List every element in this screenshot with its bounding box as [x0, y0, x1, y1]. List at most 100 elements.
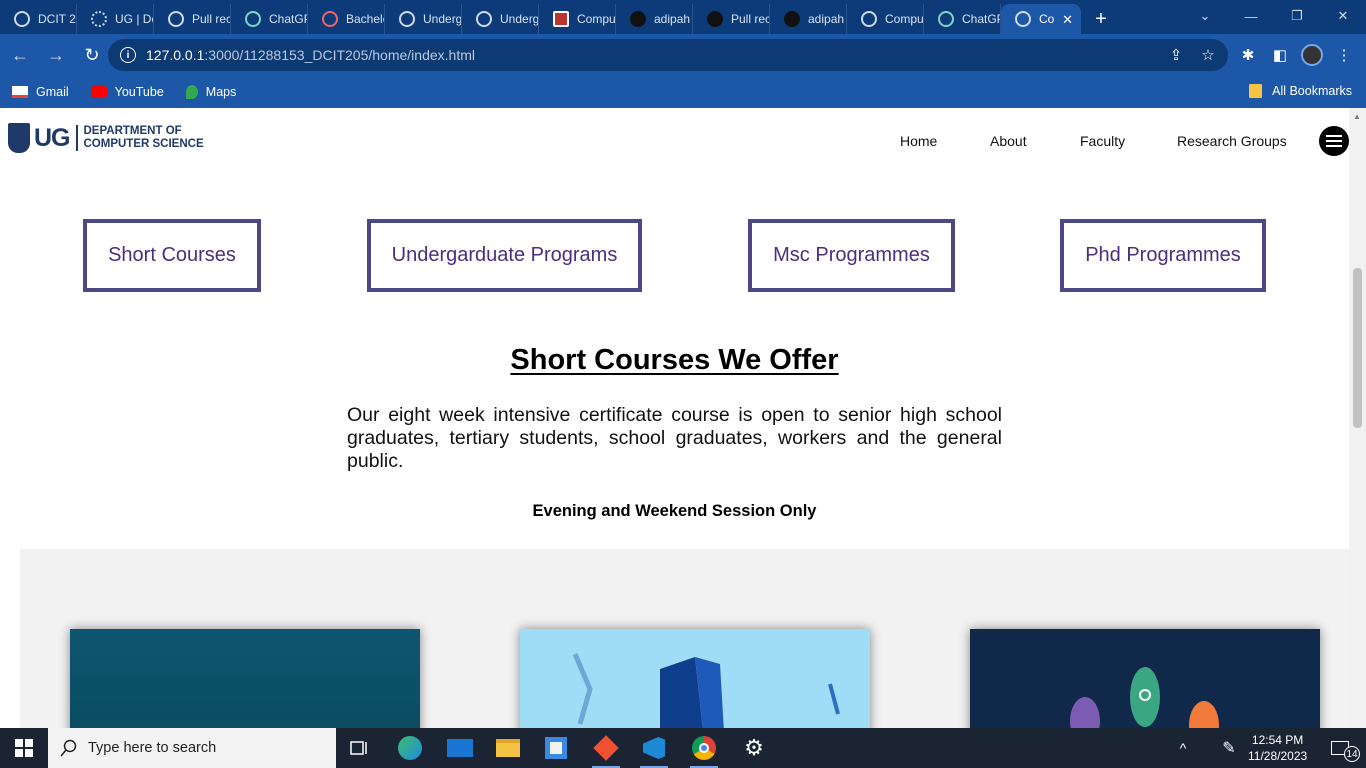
tab-favicon-icon [553, 11, 569, 27]
task-view-icon[interactable] [336, 728, 384, 768]
minimize-button[interactable]: — [1228, 0, 1274, 32]
address-bar[interactable]: i 127.0.0.1:3000/11288153_DCIT205/home/i… [108, 39, 1228, 71]
browser-tab[interactable]: Underg [462, 4, 539, 34]
browser-tab[interactable]: adipah [616, 4, 693, 34]
github-icon [630, 11, 646, 27]
browser-tab[interactable]: adipah [770, 4, 847, 34]
chatgpt-icon [938, 11, 954, 27]
msc-programmes-button[interactable]: Msc Programmes [748, 219, 955, 292]
side-panel-icon[interactable]: ◧ [1264, 39, 1296, 71]
tab-favicon-icon [476, 11, 492, 27]
folder-icon [1249, 84, 1263, 98]
browser-tab[interactable]: Bachelo [308, 4, 385, 34]
ug-crest-icon [8, 123, 30, 153]
course-card[interactable] [70, 629, 420, 728]
forward-icon[interactable]: → [40, 39, 72, 71]
windows-taskbar: Type here to search ⚙ ^ ✎ 12:54 PM 11/28… [0, 728, 1366, 768]
github-icon [707, 11, 723, 27]
github-icon [784, 11, 800, 27]
git-icon[interactable] [582, 728, 630, 768]
tab-favicon-icon [861, 11, 877, 27]
course-card-image [970, 629, 1320, 728]
chatgpt-icon [245, 11, 261, 27]
search-icon [60, 739, 77, 757]
loading-icon [168, 11, 184, 27]
course-description: Our eight week intensive certificate cou… [347, 404, 1002, 472]
reload-icon[interactable]: ↻ [76, 39, 108, 71]
tab-favicon-icon [322, 11, 338, 27]
vscode-icon[interactable] [630, 728, 678, 768]
close-window-button[interactable]: ✕ [1320, 0, 1366, 32]
nav-faculty[interactable]: Faculty [1080, 133, 1125, 149]
ug-logo[interactable]: UG DEPARTMENT OF COMPUTER SCIENCE [8, 123, 204, 153]
loading-icon [91, 11, 107, 27]
scroll-up-icon[interactable]: ▲ [1353, 112, 1361, 121]
youtube-icon [90, 86, 107, 98]
profile-avatar[interactable] [1296, 39, 1328, 71]
bookmark-maps[interactable]: Maps [185, 85, 236, 99]
browser-tab[interactable]: UG | De [77, 4, 154, 34]
tab-favicon-icon [399, 11, 415, 27]
course-card[interactable] [970, 629, 1320, 728]
taskbar-clock[interactable]: 12:54 PM 11/28/2023 [1248, 732, 1307, 764]
url-path: :3000/11288153_DCIT205/home/index.html [204, 47, 475, 63]
course-card-image [70, 629, 420, 728]
url-host: 127.0.0.1 [146, 47, 205, 63]
undergraduate-programs-button[interactable]: Undergarduate Programs [367, 219, 642, 292]
tab-favicon-icon [1015, 11, 1031, 27]
phd-programmes-button[interactable]: Phd Programmes [1060, 219, 1266, 292]
share-icon[interactable]: ⇪ [1160, 39, 1192, 71]
nav-about[interactable]: About [990, 133, 1027, 149]
browser-tab[interactable]: Underg [385, 4, 462, 34]
hamburger-menu-icon[interactable] [1319, 126, 1349, 156]
close-tab-icon[interactable]: ✕ [1062, 12, 1073, 28]
store-icon[interactable] [532, 728, 580, 768]
bookmark-star-icon[interactable]: ☆ [1192, 39, 1224, 71]
browser-tab[interactable]: DCIT 20 [0, 4, 77, 34]
windows-logo-icon [15, 739, 33, 757]
section-heading: Short Courses We Offer [510, 344, 839, 376]
short-courses-button[interactable]: Short Courses [83, 219, 261, 292]
pen-icon[interactable]: ✎ [1212, 728, 1246, 768]
nav-home[interactable]: Home [900, 133, 937, 149]
tab-strip: DCIT 20 UG | De Pull rec ChatGP Bachelo … [0, 0, 1366, 34]
browser-tab[interactable]: Pull rec [154, 4, 231, 34]
bookmark-youtube[interactable]: YouTube [90, 85, 164, 99]
browser-toolbar: ← → ↻ i 127.0.0.1:3000/11288153_DCIT205/… [0, 34, 1366, 76]
settings-icon[interactable]: ⚙ [730, 728, 778, 768]
mail-icon[interactable] [436, 728, 484, 768]
site-info-icon[interactable]: i [120, 47, 136, 63]
tab-search-icon[interactable]: ⌄ [1182, 0, 1228, 32]
new-tab-button[interactable]: + [1085, 4, 1117, 34]
all-bookmarks-button[interactable]: All Bookmarks [1249, 84, 1352, 98]
menu-kebab-icon[interactable]: ⋮ [1328, 39, 1360, 71]
notification-center-icon[interactable]: 14 [1318, 728, 1362, 768]
restore-button[interactable]: ❐ [1274, 0, 1320, 32]
back-icon[interactable]: ← [4, 39, 36, 71]
browser-tab[interactable]: ChatGP [924, 4, 1001, 34]
edge-icon[interactable] [386, 728, 434, 768]
active-browser-tab[interactable]: Co ✕ [1001, 4, 1081, 34]
browser-tab[interactable]: ChatGP [231, 4, 308, 34]
browser-tab[interactable]: Compu [539, 4, 616, 34]
maps-icon [185, 85, 198, 99]
scrollbar-thumb[interactable] [1353, 268, 1362, 428]
page-scrollbar[interactable]: ▲ [1349, 108, 1366, 728]
bookmark-gmail[interactable]: Gmail [12, 85, 69, 99]
nav-research-groups[interactable]: Research Groups [1177, 133, 1287, 149]
session-note: Evening and Weekend Session Only [532, 502, 817, 520]
taskbar-search-input[interactable]: Type here to search [48, 728, 336, 768]
bookmarks-bar: Gmail YouTube Maps All Bookmarks [0, 76, 1366, 108]
file-explorer-icon[interactable] [484, 728, 532, 768]
browser-tab[interactable]: Pull rec [693, 4, 770, 34]
extensions-icon[interactable]: ✱ [1232, 39, 1264, 71]
chevron-up-icon[interactable]: ^ [1168, 728, 1198, 768]
gmail-icon [12, 86, 28, 98]
site-header: UG DEPARTMENT OF COMPUTER SCIENCE Home Ab… [0, 108, 1349, 174]
browser-tab[interactable]: Compu [847, 4, 924, 34]
course-cards-section [20, 549, 1349, 728]
chrome-icon[interactable] [680, 728, 728, 768]
course-card[interactable] [520, 629, 870, 728]
start-button[interactable] [0, 728, 48, 768]
course-card-image [520, 629, 870, 728]
